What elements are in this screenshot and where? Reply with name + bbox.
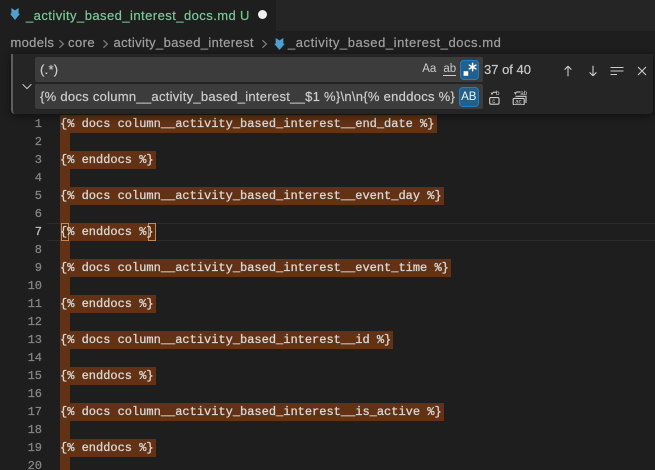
svg-text:c: c (492, 99, 495, 105)
svg-text:ac: ac (515, 100, 521, 105)
svg-text:ab: ab (520, 91, 527, 97)
svg-text:b: b (496, 90, 500, 97)
